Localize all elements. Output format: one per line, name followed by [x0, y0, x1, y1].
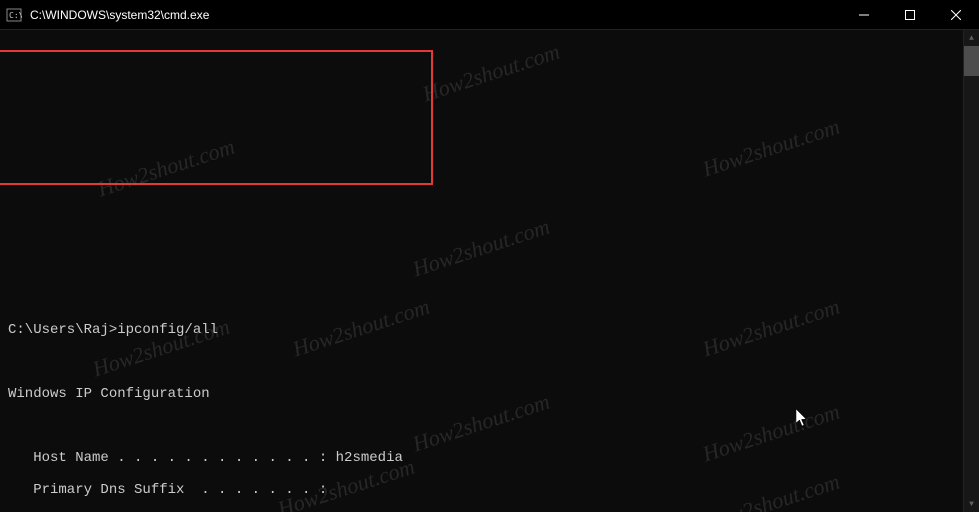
output-line: Host Name . . . . . . . . . . . . : h2sm…	[8, 450, 955, 466]
highlight-box	[0, 50, 433, 185]
scrollbar-down-icon[interactable]: ▼	[964, 496, 979, 512]
field-value: h2smedia	[336, 450, 403, 466]
prompt-line: C:\Users\Raj>ipconfig/all	[8, 322, 955, 338]
maximize-button[interactable]	[887, 0, 933, 29]
watermark: How2shout.com	[701, 118, 841, 177]
terminal-output: How2shout.com How2shout.com How2shout.co…	[0, 30, 963, 512]
cmd-icon: C:\	[6, 7, 22, 23]
output-line: Primary Dns Suffix . . . . . . . :	[8, 482, 955, 498]
window-controls	[841, 0, 979, 29]
svg-text:C:\: C:\	[9, 11, 22, 20]
field-label: Host Name . . . . . . . . . . . . :	[8, 450, 336, 466]
close-button[interactable]	[933, 0, 979, 29]
watermark: How2shout.com	[96, 138, 236, 197]
scrollbar-track[interactable]	[964, 46, 979, 496]
watermark: How2shout.com	[421, 43, 561, 102]
blank-line	[8, 354, 955, 370]
scrollbar-up-icon[interactable]: ▲	[964, 30, 979, 46]
scrollbar[interactable]: ▲ ▼	[963, 30, 979, 512]
window-title: C:\WINDOWS\system32\cmd.exe	[30, 8, 841, 22]
terminal[interactable]: How2shout.com How2shout.com How2shout.co…	[0, 30, 979, 512]
minimize-button[interactable]	[841, 0, 887, 29]
section-header: Windows IP Configuration	[8, 386, 955, 402]
titlebar: C:\ C:\WINDOWS\system32\cmd.exe	[0, 0, 979, 30]
scrollbar-thumb[interactable]	[964, 46, 979, 76]
watermark: How2shout.com	[411, 218, 551, 277]
blank-line	[8, 418, 955, 434]
field-label: Primary Dns Suffix . . . . . . . :	[8, 482, 327, 498]
